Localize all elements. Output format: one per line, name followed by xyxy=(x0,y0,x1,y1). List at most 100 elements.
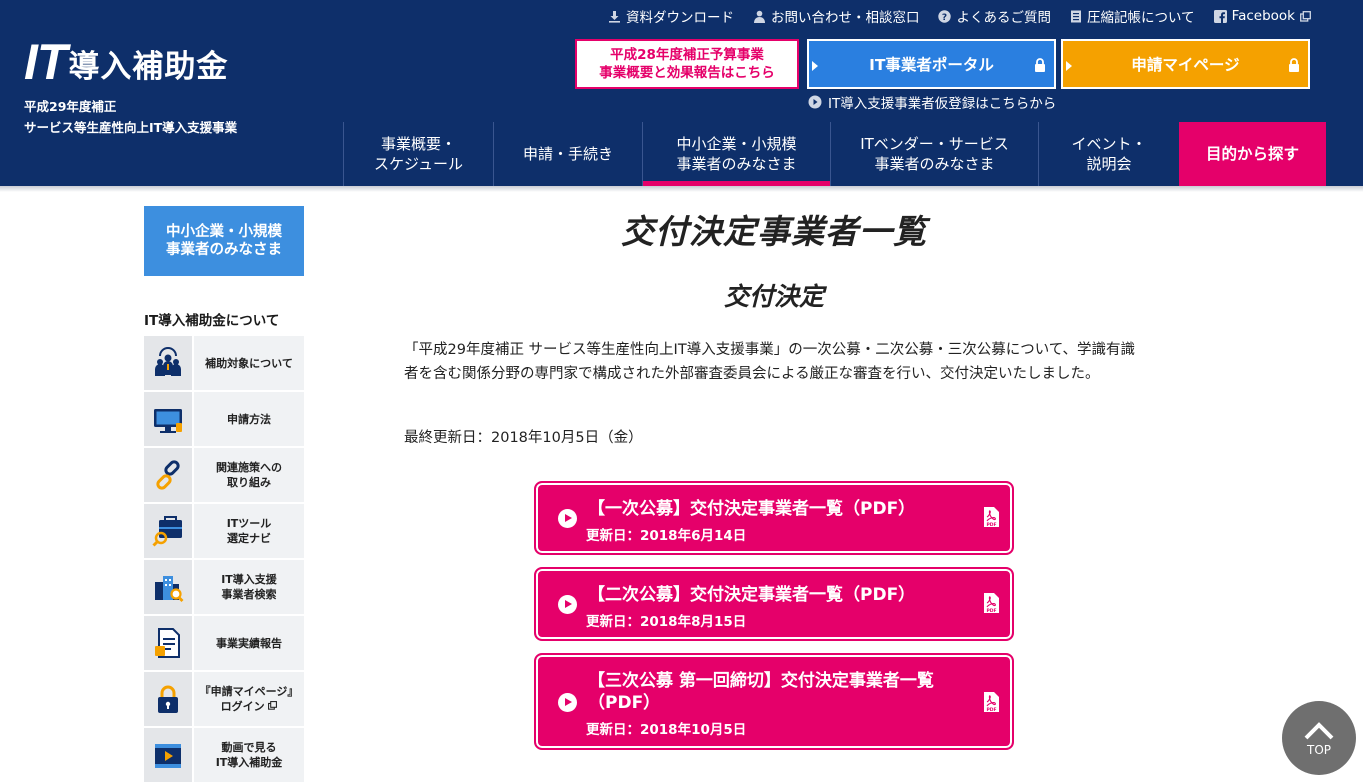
sidebar-item-mypage-login[interactable]: 『申請マイページ』ログイン xyxy=(144,672,304,728)
pdf-file-icon: PDF xyxy=(984,692,999,713)
sidebar-item-it-tool-navi[interactable]: ITツール選定ナビ xyxy=(144,504,304,560)
last-updated: 最終更新日：2018年10月5日（金） xyxy=(404,430,643,446)
intro-text: 「平成29年度補正 サービス等生産性向上IT導入支援事業」の一次公募・二次公募・… xyxy=(404,342,1136,382)
pdf-file-icon: PDF xyxy=(984,593,999,614)
global-nav: 事業概要・ スケジュール 申請・手続き 中小企業・小規模 事業者のみなさま ITベン… xyxy=(343,122,1326,186)
person-icon xyxy=(753,10,765,23)
h28-report-button[interactable]: 平成28年度補正予算事業 事業概要と効果報告はこちら xyxy=(575,39,799,89)
people-icon xyxy=(155,347,181,376)
nav-events-seminars[interactable]: イベント・ 説明会 xyxy=(1038,122,1179,186)
logo-subtitle: 平成29年度補正 サービス等生産性向上IT導入支援事業 xyxy=(24,96,237,138)
sidebar-item-label: ITツール選定ナビ xyxy=(192,504,304,558)
sidebar-item-label: 事業実績報告 xyxy=(192,616,304,670)
sidebar-item-application-method[interactable]: 申請方法 xyxy=(144,392,304,448)
logo-it: IT xyxy=(24,34,67,90)
nav-application-procedures[interactable]: 申請・手続き xyxy=(493,122,642,186)
sidebar-item-video[interactable]: 動画で見る IT導入補助金 xyxy=(144,728,304,784)
util-facebook-label: Facebook xyxy=(1231,8,1295,24)
sidebar-item-vendor-search[interactable]: IT導入支援 事業者検索 xyxy=(144,560,304,616)
building-search-icon xyxy=(155,576,184,602)
arrow-right-icon xyxy=(812,61,818,71)
play-circle-icon xyxy=(558,595,577,614)
util-contact-link[interactable]: お問い合わせ・相談窓口 xyxy=(753,6,919,26)
util-download-label: 資料ダウンロード xyxy=(625,10,734,26)
nav-label-line1: 申請・手続き xyxy=(522,145,613,163)
util-faq-label: よくあるご質問 xyxy=(956,10,1051,26)
lock-icon xyxy=(1035,58,1045,72)
pdf-link-title: 【三次公募 第一回締切】交付決定事業者一覧（PDF） xyxy=(588,671,934,713)
report-icon xyxy=(155,628,180,658)
it-vendor-portal-button[interactable]: IT事業者ポータル xyxy=(807,39,1056,89)
external-link-icon xyxy=(1300,10,1311,22)
sidebar-label-line1: IT導入支援 xyxy=(221,573,277,586)
h28-report-line1: 平成28年度補正予算事業 xyxy=(610,47,764,63)
site-logo[interactable]: IT 導入補助金 xyxy=(24,34,284,90)
nav-label-line1: ITベンダー・サービス xyxy=(860,135,1009,153)
pdf-file-icon: PDF xyxy=(984,507,999,528)
nav-label-line2: 事業者のみなさま xyxy=(676,155,797,173)
util-facebook-link[interactable]: Facebook xyxy=(1213,6,1311,26)
sidebar-label-line2: ログイン xyxy=(220,700,265,713)
sidebar-label-line1: 『申請マイページ』 xyxy=(199,685,299,698)
nav-label-line1: イベント・ xyxy=(1071,135,1147,153)
download-icon xyxy=(608,10,620,23)
sidebar-label-line1: 動画で見る xyxy=(221,741,277,754)
vendor-preregistration-link[interactable]: IT導入支援事業者仮登録はこちらから xyxy=(808,92,1056,112)
pdf-icon-text: PDF xyxy=(986,608,996,614)
external-link-icon xyxy=(268,701,278,710)
link-icon xyxy=(156,460,180,490)
sidebar-item-subsidy-target[interactable]: 補助対象について xyxy=(144,336,304,392)
nav-label-line2: 説明会 xyxy=(1086,155,1132,173)
play-circle-icon xyxy=(558,693,577,712)
play-circle-icon xyxy=(558,509,577,528)
it-vendor-portal-label: IT事業者ポータル xyxy=(869,56,994,74)
sidebar-item-label: 補助対象について xyxy=(192,336,304,390)
sidebar-item-related-policies[interactable]: 関連施策への 取り組み xyxy=(144,448,304,504)
nav-label-line2: スケジュール xyxy=(374,155,463,173)
pdf-link-date: 更新日：2018年10月5日 xyxy=(586,722,747,738)
nav-label-line2: 事業者のみなさま xyxy=(874,155,995,173)
page-subtitle: 交付決定 xyxy=(723,282,824,311)
nav-label-line1: 中小企業・小規模 xyxy=(676,135,797,153)
arrow-right-icon xyxy=(1066,61,1072,71)
pdf-link-date: 更新日：2018年6月14日 xyxy=(586,528,747,544)
pdf-link-round1[interactable]: 【一次公募】交付決定事業者一覧（PDF） 更新日：2018年6月14日 PDF xyxy=(534,481,1014,555)
svg-text:?: ? xyxy=(942,13,947,23)
application-mypage-button[interactable]: 申請マイページ xyxy=(1061,39,1310,89)
sidebar-category-header[interactable]: 中小企業・小規模 事業者のみなさま xyxy=(144,206,304,276)
header-shadow xyxy=(0,186,1363,192)
util-ledger-link[interactable]: 圧縮記帳について xyxy=(1070,6,1195,26)
nav-overview-schedule[interactable]: 事業概要・ スケジュール xyxy=(343,122,493,186)
pdf-link-title: 【一次公募】交付決定事業者一覧（PDF） xyxy=(588,499,916,519)
question-icon: ? xyxy=(938,9,952,23)
vendor-preregistration-label: IT導入支援事業者仮登録はこちらから xyxy=(828,96,1057,112)
nav-sme-users[interactable]: 中小企業・小規模 事業者のみなさま xyxy=(642,122,830,186)
sidebar-item-performance-report[interactable]: 事業実績報告 xyxy=(144,616,304,672)
sidebar-header-line2: 事業者のみなさま xyxy=(166,242,282,258)
sidebar-label-line2: 事業者検索 xyxy=(221,588,277,601)
sidebar-label-line1: 関連施策への xyxy=(216,461,282,474)
lock-icon xyxy=(158,685,178,713)
sidebar-label-line2: 取り組み xyxy=(227,476,271,489)
back-to-top-label: TOP xyxy=(1306,743,1331,757)
sidebar-menu: 補助対象について 申請方法 関連施策への 取り組み ITツール選定ナビ IT導入支… xyxy=(144,336,304,784)
back-to-top-button[interactable]: TOP xyxy=(1282,701,1356,775)
sidebar-label-line1: 申請方法 xyxy=(227,412,271,426)
util-download-link[interactable]: 資料ダウンロード xyxy=(608,6,734,26)
nav-label-line1: 目的から探す xyxy=(1205,145,1299,163)
application-mypage-label: 申請マイページ xyxy=(1131,56,1240,74)
pdf-link-round3[interactable]: 【三次公募 第一回締切】交付決定事業者一覧（PDF） 更新日：2018年10月5… xyxy=(534,653,1014,750)
pdf-link-title: 【二次公募】交付決定事業者一覧（PDF） xyxy=(588,585,916,605)
sidebar-label-line2: IT導入補助金 xyxy=(215,756,283,769)
sidebar-label-line1: ITツール xyxy=(226,517,272,530)
pdf-link-round2[interactable]: 【二次公募】交付決定事業者一覧（PDF） 更新日：2018年8月15日 PDF xyxy=(534,567,1014,641)
nav-search-by-purpose[interactable]: 目的から探す xyxy=(1179,122,1326,186)
sidebar-header-line1: 中小企業・小規模 xyxy=(166,224,282,240)
sidebar-label-line2: 選定ナビ xyxy=(226,532,271,545)
h28-report-line2: 事業概要と効果報告はこちら xyxy=(599,65,775,81)
sidebar-label-line1: 補助対象について xyxy=(205,356,293,370)
pdf-icon-text: PDF xyxy=(986,707,996,713)
nav-it-vendors[interactable]: ITベンダー・サービス 事業者のみなさま xyxy=(830,122,1038,186)
util-faq-link[interactable]: ? よくあるご質問 xyxy=(938,6,1051,26)
sidebar-section-title: IT導入補助金について xyxy=(144,313,280,329)
